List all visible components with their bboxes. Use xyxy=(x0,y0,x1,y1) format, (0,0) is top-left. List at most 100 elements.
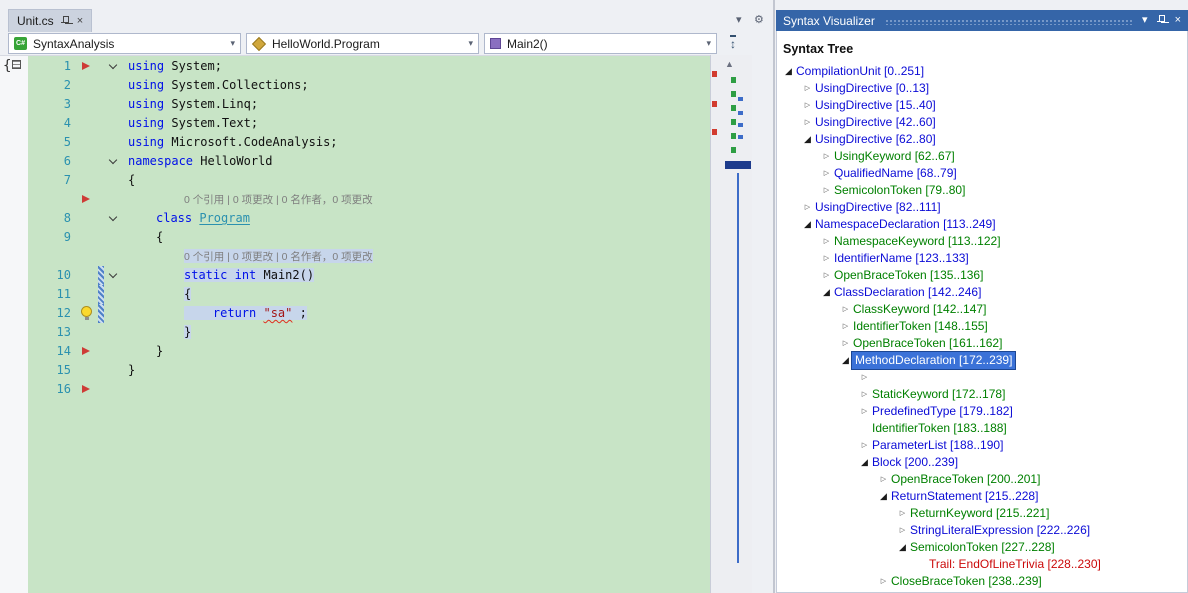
close-icon[interactable]: × xyxy=(1175,15,1181,26)
code-line[interactable]: 12 return "sa" ; xyxy=(28,304,710,323)
tree-node[interactable]: ▷ UsingDirective [0..13] xyxy=(777,80,1187,97)
tree-node[interactable]: ▷ QualifiedName [68..79] xyxy=(777,165,1187,182)
tree-node[interactable]: ◢ UsingDirective [62..80] xyxy=(777,131,1187,148)
code-line[interactable]: 6 namespace HelloWorld xyxy=(28,152,710,171)
expander-icon[interactable]: ▷ xyxy=(858,437,871,454)
window-position-chevron-icon[interactable]: ▾ xyxy=(1142,15,1148,26)
type-dropdown[interactable]: HelloWorld.Program ▾ xyxy=(246,33,479,54)
code-line[interactable]: 5 using Microsoft.CodeAnalysis; xyxy=(28,133,710,152)
gear-icon[interactable]: ⚙ xyxy=(754,13,764,26)
expander-icon[interactable]: ▷ xyxy=(896,522,909,539)
expander-icon[interactable]: ◢ xyxy=(801,216,814,233)
expander-icon[interactable]: ▷ xyxy=(801,199,814,216)
code-line[interactable]: 2 using System.Collections; xyxy=(28,76,710,95)
chevron-down-icon[interactable]: ▾ xyxy=(230,38,235,49)
expander-icon[interactable]: ▷ xyxy=(820,267,833,284)
tree-node[interactable]: ▷ NamespaceKeyword [113..122] xyxy=(777,233,1187,250)
expander-icon[interactable]: ▷ xyxy=(820,233,833,250)
expander-icon[interactable]: ▷ xyxy=(820,165,833,182)
collapse-chevron-icon[interactable] xyxy=(108,269,118,279)
expander-icon[interactable]: ▷ xyxy=(896,505,909,522)
expander-icon[interactable]: ◢ xyxy=(858,454,871,471)
code-line[interactable]: 16 xyxy=(28,380,710,399)
code-line[interactable]: 9{ xyxy=(28,228,710,247)
tree-node[interactable]: ▷ ClassKeyword [142..147] xyxy=(777,301,1187,318)
code-editor[interactable]: { 1 using System; 2 using System.Collection… xyxy=(0,55,710,593)
collapse-chevron-icon[interactable] xyxy=(108,212,118,222)
expander-icon[interactable]: ▷ xyxy=(801,97,814,114)
tree-node[interactable]: ▷ CloseBraceToken [238..239] xyxy=(777,573,1187,590)
tool-window-title-bar[interactable]: Syntax Visualizer ▾ × xyxy=(776,10,1188,31)
project-dropdown[interactable]: C# SyntaxAnalysis ▾ xyxy=(8,33,241,54)
code-line[interactable]: 10 static int Main2() xyxy=(28,266,710,285)
code-line[interactable]: 1 using System; xyxy=(28,57,710,76)
expander-icon[interactable]: ▷ xyxy=(839,301,852,318)
tree-node[interactable]: IdentifierToken [183..188] xyxy=(777,420,1187,437)
expander-icon[interactable]: ◢ xyxy=(896,539,909,556)
code-line[interactable]: 15} xyxy=(28,361,710,380)
code-line[interactable]: 13} xyxy=(28,323,710,342)
tree-node[interactable]: ◢ ClassDeclaration [142..246] xyxy=(777,284,1187,301)
tree-node[interactable]: ▷ OpenBraceToken [135..136] xyxy=(777,267,1187,284)
tree-node[interactable]: ▷ OpenBraceToken [200..201] xyxy=(777,471,1187,488)
tree-node[interactable]: ▷ xyxy=(777,369,1187,386)
window-menu-chevron-icon[interactable]: ▾ xyxy=(736,13,742,26)
vertical-scrollbar[interactable]: ▲ xyxy=(710,55,752,593)
expander-icon[interactable]: ▷ xyxy=(820,148,833,165)
member-dropdown[interactable]: Main2() ▾ xyxy=(484,33,717,54)
split-window-handle-icon[interactable]: ↕ xyxy=(730,35,736,51)
expander-icon[interactable]: ◢ xyxy=(820,284,833,301)
tree-node[interactable]: ▷ UsingDirective [82..111] xyxy=(777,199,1187,216)
tree-node[interactable]: ▷ UsingDirective [15..40] xyxy=(777,97,1187,114)
tree-node[interactable]: ▷ StaticKeyword [172..178] xyxy=(777,386,1187,403)
tree-node[interactable]: ▷ UsingDirective [42..60] xyxy=(777,114,1187,131)
expander-icon[interactable]: ▷ xyxy=(877,471,890,488)
expander-icon[interactable]: ▷ xyxy=(858,386,871,403)
scroll-up-arrow-icon[interactable]: ▲ xyxy=(725,59,734,69)
tree-node[interactable]: ▷ SemicolonToken [79..80] xyxy=(777,182,1187,199)
tree-node[interactable]: ▷ PredefinedType [179..182] xyxy=(777,403,1187,420)
code-line[interactable]: 3 using System.Linq; xyxy=(28,95,710,114)
code-line[interactable]: 14} xyxy=(28,342,710,361)
tree-node[interactable]: ▷ StringLiteralExpression [222..226] xyxy=(777,522,1187,539)
expander-icon[interactable]: ◢ xyxy=(877,488,890,505)
tree-node[interactable]: Trail: EndOfLineTrivia [228..230] xyxy=(777,556,1187,573)
expander-icon[interactable]: ◢ xyxy=(782,63,795,80)
pin-icon[interactable] xyxy=(1156,15,1166,26)
tree-node[interactable]: ▷ ReturnKeyword [215..221] xyxy=(777,505,1187,522)
tree-node[interactable]: ▷ IdentifierName [123..133] xyxy=(777,250,1187,267)
tree-node[interactable]: ◢ NamespaceDeclaration [113..249] xyxy=(777,216,1187,233)
document-tab-unit-cs[interactable]: Unit.cs × xyxy=(8,9,93,32)
pin-icon[interactable] xyxy=(60,15,70,27)
panel-splitter[interactable] xyxy=(773,0,775,593)
chevron-down-icon[interactable]: ▾ xyxy=(468,38,473,49)
expander-icon[interactable]: ▷ xyxy=(858,369,871,386)
tree-node[interactable]: ▷ UsingKeyword [62..67] xyxy=(777,148,1187,165)
expander-icon[interactable]: ▷ xyxy=(820,182,833,199)
expander-icon[interactable]: ◢ xyxy=(839,352,852,369)
code-line[interactable]: 8 class Program xyxy=(28,209,710,228)
codelens-line[interactable]: 0 个引用 | 0 项更改 | 0 名作者，0 项更改 xyxy=(28,190,710,209)
tree-node[interactable]: ▷ ParameterList [188..190] xyxy=(777,437,1187,454)
code-line[interactable]: 4 using System.Text; xyxy=(28,114,710,133)
expander-icon[interactable]: ▷ xyxy=(801,80,814,97)
chevron-down-icon[interactable]: ▾ xyxy=(706,38,711,49)
tree-node[interactable]: ◢ SemicolonToken [227..228] xyxy=(777,539,1187,556)
codelens-text[interactable]: 0 个引用 | 0 项更改 | 0 名作者，0 项更改 xyxy=(184,194,373,206)
collapse-chevron-icon[interactable] xyxy=(108,155,118,165)
code-line[interactable]: 7{ xyxy=(28,171,710,190)
expander-icon[interactable]: ▷ xyxy=(839,318,852,335)
codelens-line[interactable]: 0 个引用 | 0 项更改 | 0 名作者，0 项更改 xyxy=(28,247,710,266)
codelens-text[interactable]: 0 个引用 | 0 项更改 | 0 名作者，0 项更改 xyxy=(184,251,373,263)
expander-icon[interactable]: ▷ xyxy=(877,573,890,590)
expander-icon[interactable]: ▷ xyxy=(839,335,852,352)
tree-node[interactable]: ◢ Block [200..239] xyxy=(777,454,1187,471)
tree-node[interactable]: ◢ MethodDeclaration [172..239] xyxy=(777,351,1187,370)
lightbulb-icon[interactable] xyxy=(81,306,92,320)
tree-node[interactable]: ▷ OpenBraceToken [161..162] xyxy=(777,335,1187,352)
expander-icon[interactable]: ▷ xyxy=(801,114,814,131)
scrollbar-thumb[interactable] xyxy=(725,161,751,169)
tree-node[interactable]: ◢ CompilationUnit [0..251] xyxy=(777,63,1187,80)
close-icon[interactable]: × xyxy=(77,15,83,27)
tree-node[interactable]: ◢ ReturnStatement [215..228] xyxy=(777,488,1187,505)
